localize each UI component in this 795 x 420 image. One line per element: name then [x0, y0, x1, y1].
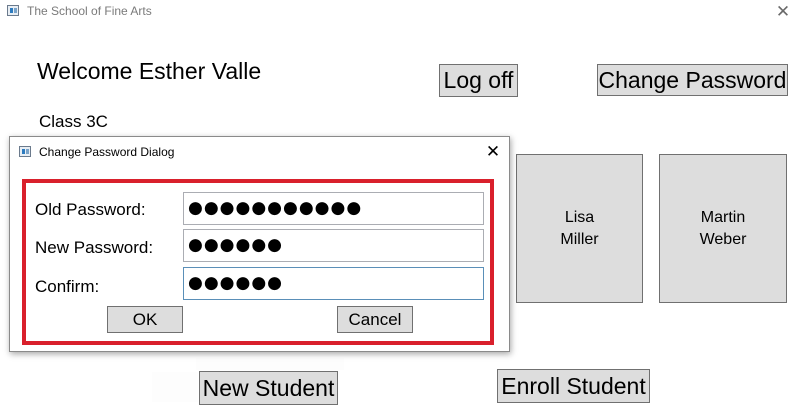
student-tile-lisa-miller[interactable]: Lisa Miller — [516, 154, 643, 303]
student-last-name: Weber — [699, 230, 747, 248]
new-password-label: New Password: — [35, 238, 154, 257]
logoff-button[interactable]: Log off — [439, 64, 518, 97]
window-title: The School of Fine Arts — [27, 4, 152, 18]
cancel-button[interactable]: Cancel — [337, 306, 413, 333]
old-password-label: Old Password: — [35, 200, 146, 219]
dialog-title: Change Password Dialog — [39, 145, 175, 159]
ok-button[interactable]: OK — [107, 306, 183, 333]
old-password-field[interactable]: ●●●●●●●●●●● — [183, 192, 484, 225]
student-last-name: Miller — [560, 230, 599, 248]
student-first-name: Martin — [700, 208, 746, 226]
change-password-dialog: Change Password Dialog ✕ Old Password: ●… — [9, 136, 510, 352]
background-strip — [152, 372, 198, 402]
class-label: Class 3C — [39, 112, 108, 131]
change-password-button[interactable]: Change Password — [597, 64, 788, 96]
confirm-password-label: Confirm: — [35, 277, 100, 296]
new-password-field[interactable]: ●●●●●● — [183, 229, 484, 262]
close-dialog-icon[interactable]: ✕ — [483, 142, 503, 162]
app-window-icon — [7, 5, 19, 16]
welcome-heading: Welcome Esther Valle — [37, 58, 262, 84]
confirm-password-field[interactable]: ●●●●●● — [183, 267, 484, 300]
new-student-button[interactable]: New Student — [199, 371, 338, 405]
dialog-window-icon — [19, 146, 31, 157]
background-strip — [196, 358, 344, 370]
close-window-icon[interactable]: ✕ — [773, 3, 793, 23]
enroll-student-button[interactable]: Enroll Student — [497, 369, 650, 403]
student-tile-martin-weber[interactable]: Martin Weber — [659, 154, 787, 303]
student-first-name: Lisa — [564, 208, 595, 226]
